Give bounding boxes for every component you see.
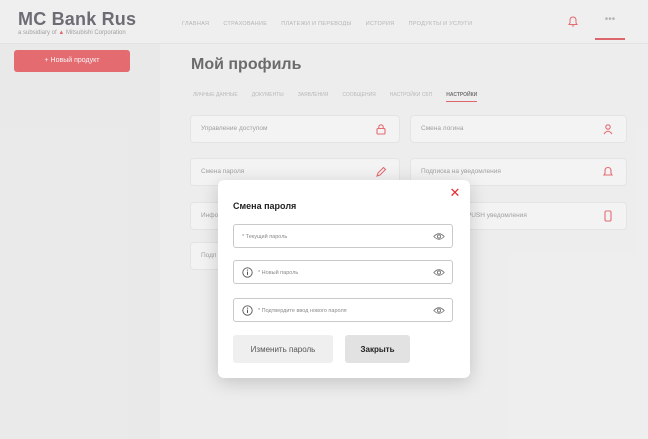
current-password-input[interactable] — [242, 229, 422, 244]
change-password-dialog: ✕ Смена пароля Изменить пароль Закрыть — [218, 180, 470, 378]
confirm-password-input[interactable] — [258, 303, 438, 318]
change-password-button[interactable]: Изменить пароль — [233, 335, 333, 363]
confirm-password-field[interactable] — [233, 298, 453, 322]
eye-icon[interactable] — [433, 232, 445, 241]
new-password-input[interactable] — [258, 265, 438, 280]
new-password-field[interactable] — [233, 260, 453, 284]
info-icon[interactable] — [242, 305, 253, 316]
current-password-field[interactable] — [233, 224, 453, 248]
info-icon[interactable] — [242, 267, 253, 278]
eye-icon[interactable] — [433, 306, 445, 315]
eye-icon[interactable] — [433, 268, 445, 277]
close-icon[interactable]: ✕ — [448, 186, 462, 200]
close-button[interactable]: Закрыть — [345, 335, 410, 363]
dialog-title: Смена пароля — [233, 201, 297, 211]
